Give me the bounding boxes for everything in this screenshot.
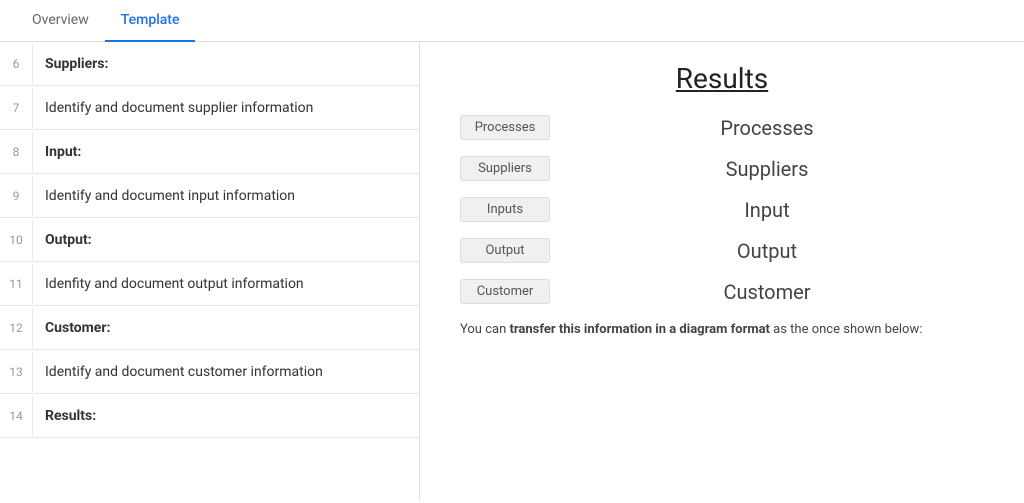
tab-bar: Overview Template — [0, 0, 1024, 42]
row-number: 6 — [0, 42, 32, 85]
row-content: Customer: — [32, 308, 419, 348]
result-badge: Processes — [460, 115, 550, 140]
result-pair: ProcessesProcesses — [460, 115, 984, 140]
transfer-text-prefix: You can — [460, 322, 509, 337]
result-badge: Customer — [460, 279, 550, 304]
row-number: 12 — [0, 306, 32, 349]
result-badge: Output — [460, 238, 550, 263]
row-number: 13 — [0, 350, 32, 393]
row-content: Idenfity and document output information — [32, 264, 419, 304]
row-content: Identify and document supplier informati… — [32, 88, 419, 128]
result-label: Suppliers — [550, 157, 984, 181]
row-content: Input: — [32, 132, 419, 172]
table-row: 12Customer: — [0, 306, 419, 350]
result-label: Input — [550, 198, 984, 222]
row-number: 14 — [0, 394, 32, 437]
result-pair: CustomerCustomer — [460, 279, 984, 304]
result-pair: SuppliersSuppliers — [460, 156, 984, 181]
table-row: 7Identify and document supplier informat… — [0, 86, 419, 130]
result-badge: Inputs — [460, 197, 550, 222]
table-row: 13Identify and document customer informa… — [0, 350, 419, 394]
transfer-text: You can transfer this information in a d… — [460, 320, 984, 340]
left-panel: 6Suppliers:7Identify and document suppli… — [0, 42, 420, 501]
row-number: 10 — [0, 218, 32, 261]
right-panel: Results ProcessesProcessesSuppliersSuppl… — [420, 42, 1024, 501]
table-row: 14Results: — [0, 394, 419, 438]
tab-overview[interactable]: Overview — [16, 0, 105, 42]
row-content: Suppliers: — [32, 44, 419, 84]
row-number: 11 — [0, 262, 32, 305]
result-pair: OutputOutput — [460, 238, 984, 263]
results-title: Results — [460, 62, 984, 95]
row-content: Identify and document customer informati… — [32, 352, 419, 392]
row-number: 7 — [0, 86, 32, 129]
row-number: 9 — [0, 174, 32, 217]
row-content: Results: — [32, 396, 419, 436]
table-row: 11Idenfity and document output informati… — [0, 262, 419, 306]
table-row: 6Suppliers: — [0, 42, 419, 86]
result-label: Customer — [550, 280, 984, 304]
row-number: 8 — [0, 130, 32, 173]
result-label: Processes — [550, 116, 984, 140]
transfer-text-suffix: as the once shown below: — [770, 322, 922, 337]
result-badge: Suppliers — [460, 156, 550, 181]
transfer-text-bold: transfer this information in a diagram f… — [509, 322, 769, 337]
row-content: Identify and document input information — [32, 176, 419, 216]
row-content: Output: — [32, 220, 419, 260]
result-label: Output — [550, 239, 984, 263]
tab-template[interactable]: Template — [105, 0, 196, 42]
table-row: 8Input: — [0, 130, 419, 174]
table-row: 10Output: — [0, 218, 419, 262]
result-pair: InputsInput — [460, 197, 984, 222]
main-layout: 6Suppliers:7Identify and document suppli… — [0, 42, 1024, 501]
table-row: 9Identify and document input information — [0, 174, 419, 218]
